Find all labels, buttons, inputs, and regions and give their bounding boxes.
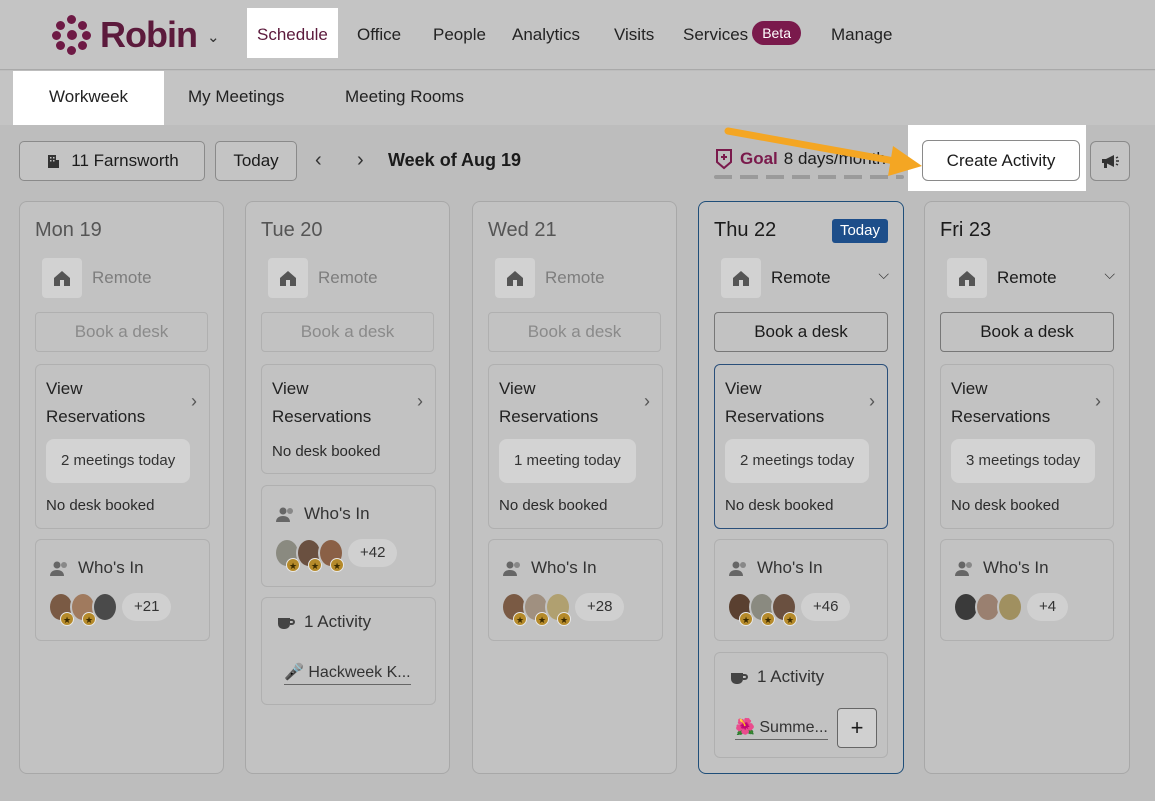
annotation-arrow (724, 127, 922, 176)
